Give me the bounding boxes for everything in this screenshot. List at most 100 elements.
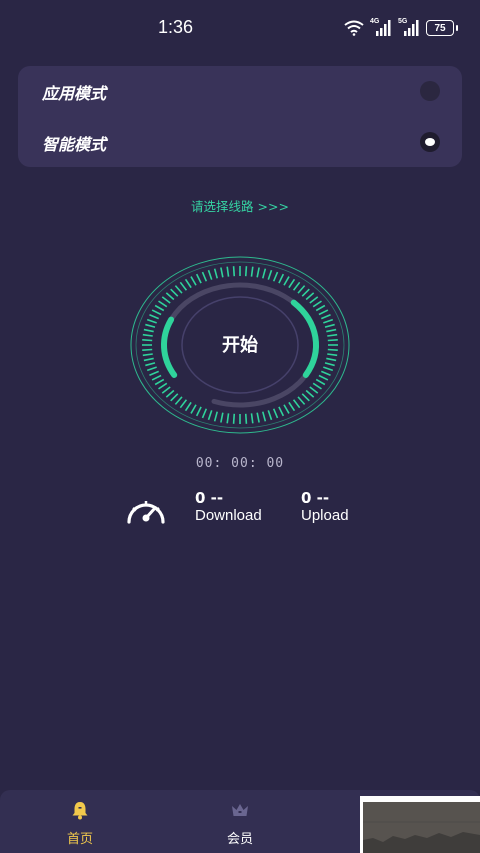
status-icons: 4G 5G 75 [344, 18, 458, 37]
dial-tick [161, 386, 171, 394]
dial-tick [174, 396, 183, 405]
dial-tick [165, 389, 175, 398]
dial-tick [145, 362, 156, 367]
dial-tick [146, 366, 157, 372]
dial-tick [256, 267, 260, 278]
dial-tick [297, 396, 306, 405]
dial-tick [309, 386, 319, 394]
dial-tick [305, 389, 315, 398]
dial-tick [170, 288, 179, 297]
select-route-link[interactable]: 请选择线路 >>> [0, 196, 480, 215]
download-stat: 0 -- Download [195, 489, 262, 524]
dial-tick [151, 309, 162, 316]
battery-level: 75 [434, 22, 446, 34]
mode-row-app[interactable]: 应用模式 [18, 66, 462, 116]
dial-tick [278, 273, 285, 284]
mode-row-smart[interactable]: 智能模式 [18, 117, 462, 167]
status-time: 1:36 [158, 17, 194, 37]
dial-tick [190, 276, 197, 286]
dial-tick [226, 413, 230, 424]
dial-tick [244, 266, 248, 277]
dial-tick [149, 314, 160, 320]
dial-tick [250, 266, 254, 277]
nav-item-member[interactable]: 会员 [200, 790, 280, 853]
dial-tick [326, 357, 337, 362]
dial-tick [318, 309, 329, 316]
dial-tick [158, 300, 168, 308]
dial-tick [190, 404, 197, 414]
dial-tick [262, 411, 267, 422]
dial-tick [323, 366, 334, 372]
dial-tick [195, 273, 202, 284]
dial-tick [232, 266, 236, 277]
nav-item-home[interactable]: 首页 [40, 790, 120, 853]
dial-tick [327, 339, 338, 342]
mode-radio-smart[interactable] [420, 132, 440, 152]
dial-tick [320, 314, 331, 320]
status-bar: 1:36 4G 5G 75 [0, 0, 480, 56]
dial-tick [267, 269, 273, 280]
dial-tick [262, 268, 267, 279]
dial-tick [327, 348, 338, 351]
dial-tick [327, 333, 338, 337]
dial-tick [323, 318, 334, 324]
dial-tick [165, 292, 175, 301]
dial-tick [250, 413, 254, 424]
dial-tick [207, 269, 213, 280]
signal-4g-icon: 4G [370, 18, 392, 36]
dial-tick [143, 328, 154, 333]
dial-tick [292, 281, 301, 291]
dial-tick [309, 296, 319, 304]
thumbnail-image [360, 796, 480, 853]
dial-tick [315, 304, 326, 312]
dial-tick [256, 412, 260, 423]
dial-tick [142, 353, 153, 357]
wifi-icon [344, 20, 364, 36]
mode-label-app: 应用模式 [42, 84, 107, 103]
dial-tick [154, 378, 165, 386]
dial-tick [195, 406, 202, 417]
connection-timer: 00: 00: 00 [195, 456, 285, 471]
dial-tick [161, 296, 171, 304]
dial-tick [318, 374, 329, 381]
dial-tick [143, 357, 154, 362]
battery-icon: 75 [426, 20, 458, 36]
dial-tick [179, 399, 188, 409]
mode-label-smart: 智能模式 [42, 135, 107, 154]
dial-tick [149, 370, 160, 376]
speedometer-icon [127, 501, 165, 524]
dial-tick [315, 378, 326, 386]
dial-tick [320, 370, 331, 376]
start-button[interactable]: 开始 [200, 331, 280, 357]
dial-tick [154, 304, 165, 312]
dial-tick [213, 411, 218, 422]
dial-tick [184, 278, 192, 289]
dial-tick [326, 328, 337, 333]
dial-tick [244, 413, 248, 424]
dial-tick [292, 399, 301, 409]
dial-tick [170, 393, 179, 402]
dial-tick [145, 323, 156, 328]
dial-tick [184, 401, 192, 412]
upload-value: 0 -- [301, 489, 330, 507]
dial-tick [327, 353, 338, 357]
dial-tick [232, 413, 236, 424]
dial-tick [301, 393, 310, 402]
dial-tick [226, 266, 230, 277]
nav-label-member: 会员 [226, 832, 253, 847]
mode-radio-app[interactable] [420, 81, 440, 101]
dial-tick [201, 271, 208, 282]
dial-tick [305, 292, 315, 301]
dial-tick [201, 408, 208, 419]
dial-tick [179, 281, 188, 291]
dial-tick [283, 404, 290, 414]
dial-tick [312, 300, 322, 308]
dial-tick [142, 348, 153, 351]
dial-tick [297, 285, 306, 294]
dial-tick [272, 271, 279, 282]
crown-icon [232, 804, 248, 816]
dial-tick [158, 382, 168, 390]
dial-tick [142, 333, 153, 337]
upload-stat: 0 -- Upload [301, 489, 349, 524]
dial-tick [324, 362, 335, 367]
